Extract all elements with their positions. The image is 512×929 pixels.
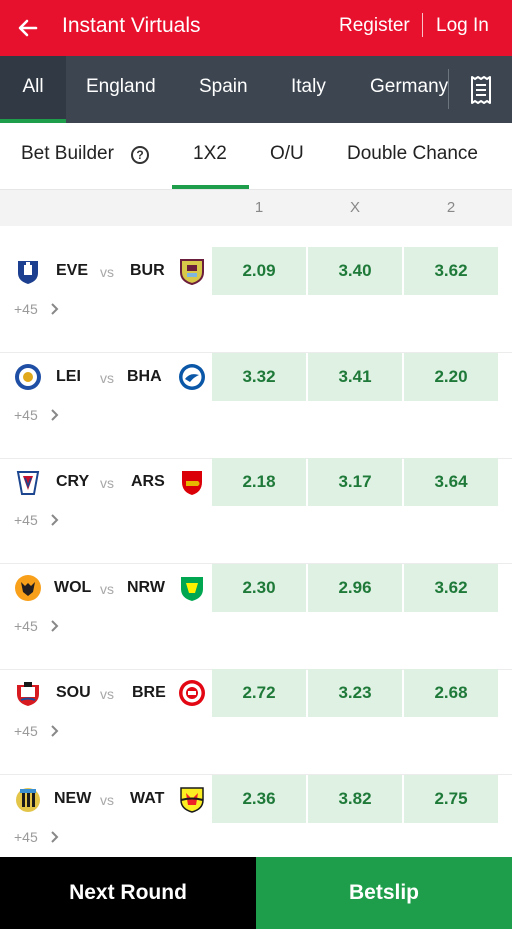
login-link[interactable]: Log In [436, 13, 489, 39]
more-markets-link[interactable]: +45 [14, 510, 38, 530]
app-header: Instant Virtuals Register Log In [0, 0, 512, 56]
back-button[interactable] [10, 10, 46, 46]
nav-separator [448, 69, 449, 109]
tab-over-under[interactable]: O/U [270, 141, 304, 167]
home-team: NEW [54, 790, 92, 807]
bottom-action-bar: Next Round Betslip [0, 857, 512, 929]
versus-label: vs [100, 370, 114, 386]
versus-label: vs [100, 581, 114, 597]
versus-label: vs [100, 264, 114, 280]
odd-draw[interactable]: 3.17 [308, 458, 402, 506]
league-nav: All England Spain Italy Germany [0, 56, 512, 123]
match-row: CRY vs ARS 2.18 3.17 3.64 +45 [0, 458, 512, 564]
burnley-crest-icon [180, 259, 204, 285]
versus-label: vs [100, 792, 114, 808]
odd-home[interactable]: 3.32 [212, 353, 306, 401]
match-row: WOL vs NRW 2.30 2.96 3.62 +45 [0, 564, 512, 670]
home-team: WOL [54, 579, 92, 596]
odd-away[interactable]: 3.64 [404, 458, 498, 506]
away-team: NRW [127, 579, 165, 596]
versus-label: vs [100, 475, 114, 491]
next-round-button[interactable]: Next Round [0, 857, 256, 929]
tab-all[interactable]: All [0, 56, 66, 123]
more-markets-link[interactable]: +45 [14, 299, 38, 319]
active-market-indicator [172, 185, 249, 189]
chevron-right-icon[interactable] [48, 405, 62, 425]
more-markets-link[interactable]: +45 [14, 616, 38, 636]
crystal-palace-crest-icon [16, 471, 40, 495]
chevron-right-icon[interactable] [48, 616, 62, 636]
market-tabs: Bet Builder ? 1X2 O/U Double Chance [0, 123, 512, 190]
odd-home[interactable]: 2.30 [212, 564, 306, 612]
tab-england[interactable]: England [86, 56, 156, 123]
column-draw: X [349, 199, 361, 216]
chevron-right-icon[interactable] [48, 827, 62, 847]
home-team: CRY [56, 473, 90, 490]
odd-home[interactable]: 2.72 [212, 669, 306, 717]
betslip-button[interactable]: Betslip [256, 857, 512, 929]
away-team: BUR [130, 262, 165, 279]
chevron-right-icon[interactable] [48, 510, 62, 530]
brighton-crest-icon [179, 364, 205, 390]
odd-home[interactable]: 2.36 [212, 775, 306, 823]
newcastle-crest-icon [16, 788, 40, 812]
league-tabs: All England Spain Italy Germany [0, 56, 448, 123]
odds-column-headers: 1 X 2 [0, 190, 512, 226]
tab-italy[interactable]: Italy [291, 56, 326, 123]
norwich-crest-icon [181, 577, 203, 601]
chevron-right-icon[interactable] [48, 721, 62, 741]
bet-builder-button[interactable]: Bet Builder [21, 141, 114, 167]
match-row: SOU vs BRE 2.72 3.23 2.68 +45 [0, 669, 512, 775]
odd-away[interactable]: 2.20 [404, 353, 498, 401]
tab-all-label: All [22, 76, 44, 97]
column-home: 1 [254, 199, 264, 216]
odd-draw[interactable]: 3.41 [308, 353, 402, 401]
odd-away[interactable]: 2.68 [404, 669, 498, 717]
tab-1x2[interactable]: 1X2 [193, 141, 227, 167]
odd-draw[interactable]: 2.96 [308, 564, 402, 612]
home-team: EVE [56, 262, 89, 279]
help-icon[interactable]: ? [131, 146, 149, 164]
arsenal-crest-icon [182, 471, 202, 495]
leicester-crest-icon [15, 364, 41, 390]
watford-crest-icon [180, 787, 204, 813]
brentford-crest-icon [179, 680, 205, 706]
arrow-left-icon [18, 19, 38, 37]
betslip-receipt-button[interactable] [462, 72, 500, 108]
odd-home[interactable]: 2.09 [212, 247, 306, 295]
odd-draw[interactable]: 3.23 [308, 669, 402, 717]
tab-germany[interactable]: Germany [370, 56, 448, 123]
match-row: LEI vs BHA 3.32 3.41 2.20 +45 [0, 353, 512, 459]
home-team: LEI [56, 368, 81, 385]
away-team: WAT [130, 790, 165, 807]
away-team: BHA [127, 368, 162, 385]
home-team: SOU [56, 684, 91, 701]
match-row: EVE vs BUR 2.09 3.40 3.62 +45 [0, 247, 512, 353]
register-link[interactable]: Register [339, 13, 410, 39]
tab-spain[interactable]: Spain [199, 56, 248, 123]
chevron-right-icon[interactable] [48, 299, 62, 319]
wolves-crest-icon [15, 575, 41, 601]
odd-draw[interactable]: 3.40 [308, 247, 402, 295]
header-divider [422, 13, 423, 37]
versus-label: vs [100, 686, 114, 702]
odd-home[interactable]: 2.18 [212, 458, 306, 506]
page-title: Instant Virtuals [62, 14, 201, 37]
more-markets-link[interactable]: +45 [14, 405, 38, 425]
away-team: ARS [131, 473, 165, 490]
odd-away[interactable]: 3.62 [404, 247, 498, 295]
away-team: BRE [132, 684, 166, 701]
more-markets-link[interactable]: +45 [14, 721, 38, 741]
tab-double-chance[interactable]: Double Chance [347, 141, 478, 167]
southampton-crest-icon [17, 682, 39, 706]
everton-crest-icon [18, 261, 38, 284]
odd-away[interactable]: 3.62 [404, 564, 498, 612]
receipt-icon [471, 76, 491, 104]
odd-away[interactable]: 2.75 [404, 775, 498, 823]
more-markets-link[interactable]: +45 [14, 827, 38, 847]
odd-draw[interactable]: 3.82 [308, 775, 402, 823]
column-away: 2 [446, 199, 456, 216]
